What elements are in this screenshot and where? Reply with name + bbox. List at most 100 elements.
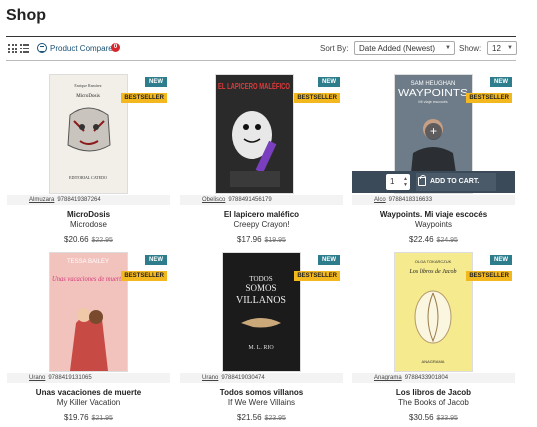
quick-view-plus-icon[interactable]: + (425, 123, 442, 140)
cover-author: OLGA TOKARCZUK (415, 259, 452, 264)
add-to-cart-bar: 1 ▲ ▼ ADD TO CART. (352, 171, 515, 193)
product-compare-link[interactable]: Product Compare (50, 44, 113, 53)
new-badge: NEW (490, 255, 512, 265)
cover-author: SAM HEUGHAN (411, 81, 456, 87)
old-price: $23.95 (264, 415, 286, 422)
compare-icon[interactable] (37, 43, 47, 53)
bestseller-badge: BESTSELLER (466, 271, 512, 281)
cover-art: TESSA BAILEY Unas vacaciones de muerte (50, 253, 127, 371)
cover-tagline: Mi viaje escocés (418, 99, 447, 104)
cover-title: EL LAPICERO MALÉFICO (218, 82, 290, 91)
old-price: $24.95 (436, 237, 458, 244)
current-price: $30.56 (409, 413, 434, 422)
new-badge: NEW (145, 77, 167, 87)
show-select[interactable]: 12 ▼ (487, 41, 517, 55)
product-cover-image[interactable]: TODOS SOMOS VILLANOS M. L. RIO (223, 253, 300, 371)
chevron-down-icon: ▼ (445, 45, 451, 51)
product-card[interactable]: Enrique Ramírez MicroDosis EDITORIAL CAT… (7, 75, 170, 255)
new-badge: NEW (318, 255, 340, 265)
product-subtitle: Microdose (70, 220, 107, 229)
isbn: 9788419131065 (48, 375, 92, 381)
publisher-link[interactable]: Almuzara (29, 197, 54, 203)
current-price: $20.66 (64, 235, 89, 244)
cover-author: TESSA BAILEY (67, 259, 109, 265)
current-price: $17.96 (237, 235, 262, 244)
shop-toolbar: Product Compare 0 Sort By: Date Added (N… (6, 40, 517, 58)
product-name[interactable]: Los libros de Jacob (352, 388, 515, 397)
sort-label: Sort By: (320, 44, 349, 53)
product-card[interactable]: TESSA BAILEY Unas vacaciones de muerte N… (7, 253, 170, 427)
add-to-cart-button[interactable]: ADD TO CART. (416, 173, 496, 191)
product-meta: Almuzara 9788419387264 (7, 195, 170, 205)
product-subtitle: Waypoints (414, 220, 453, 229)
add-to-cart-label: ADD TO CART. (430, 178, 480, 185)
cover-title: MicroDosis (76, 94, 100, 99)
bestseller-badge: BESTSELLER (294, 271, 340, 281)
show-label: Show: (459, 44, 482, 53)
product-card[interactable]: TODOS SOMOS VILLANOS M. L. RIO NEW BESTS… (180, 253, 343, 427)
cover-author: Enrique Ramírez (74, 83, 101, 88)
publisher-link[interactable]: Urano (202, 375, 218, 381)
product-meta: Urano 9788419131065 (7, 373, 170, 383)
bestseller-badge: BESTSELLER (466, 93, 512, 103)
list-view-icon[interactable] (20, 44, 29, 53)
isbn: 9788419387264 (57, 197, 101, 203)
publisher-link[interactable]: Alco (374, 197, 386, 203)
old-price: $21.95 (91, 415, 113, 422)
grid-view-icon[interactable] (8, 44, 17, 53)
old-price: $19.95 (264, 237, 286, 244)
quantity-value: 1 (390, 177, 395, 186)
bestseller-badge: BESTSELLER (121, 271, 167, 281)
product-name[interactable]: MicroDosis (7, 210, 170, 219)
title-divider (6, 36, 516, 37)
product-name[interactable]: Todos somos villanos (180, 388, 343, 397)
product-card[interactable]: OLGA TOKARCZUK Los libros de Jacob ANAGR… (352, 253, 515, 427)
publisher-link[interactable]: Obelisco (202, 197, 225, 203)
product-name[interactable]: Unas vacaciones de muerte (7, 388, 170, 397)
new-badge: NEW (318, 77, 340, 87)
stepper-arrows-icon[interactable]: ▲ ▼ (403, 176, 408, 188)
cover-publisher: ANAGRAMA (422, 359, 445, 364)
bestseller-badge: BESTSELLER (294, 93, 340, 103)
product-cover-image[interactable]: OLGA TOKARCZUK Los libros de Jacob ANAGR… (395, 253, 472, 371)
product-cover-image[interactable]: EL LAPICERO MALÉFICO (216, 75, 293, 193)
product-name[interactable]: Waypoints. Mi viaje escocés (352, 210, 515, 219)
product-name[interactable]: El lapicero maléfico (180, 210, 343, 219)
current-price: $22.46 (409, 235, 434, 244)
page-title: Shop (6, 7, 46, 24)
shopping-bag-icon (418, 175, 426, 186)
cover-publisher: EDITORIAL CATEDO (69, 175, 107, 180)
cover-author: M. L. RIO (248, 345, 274, 351)
product-meta: Obelisco 9788491456179 (180, 195, 343, 205)
product-card[interactable]: EL LAPICERO MALÉFICO NEW BESTSELLER Obel… (180, 75, 343, 255)
product-card[interactable]: SAM HEUGHAN WAYPOINTS Mi viaje escocés N… (352, 75, 515, 255)
publisher-link[interactable]: Anagrama (374, 375, 402, 381)
product-price: $20.66 $22.95 (7, 235, 170, 244)
bestseller-badge: BESTSELLER (121, 93, 167, 103)
product-price: $19.76 $21.95 (7, 413, 170, 422)
current-price: $19.76 (64, 413, 89, 422)
product-cover-image[interactable]: Enrique Ramírez MicroDosis EDITORIAL CAT… (50, 75, 127, 193)
product-subtitle: Creepy Crayon! (233, 220, 290, 229)
chevron-down-icon: ▼ (507, 45, 513, 51)
isbn: 9788433901804 (404, 375, 449, 381)
cover-title: Unas vacaciones de muerte (52, 275, 124, 283)
product-subtitle: If We Were Villains (227, 398, 296, 407)
cover-title: WAYPOINTS (398, 88, 468, 99)
sort-select[interactable]: Date Added (Newest) ▼ (354, 41, 455, 55)
publisher-link[interactable]: Urano (29, 375, 45, 381)
current-price: $21.56 (237, 413, 262, 422)
product-price: $17.96 $19.95 (180, 235, 343, 244)
old-price: $22.95 (91, 237, 113, 244)
product-meta: Anagrama 9788433901804 (352, 373, 515, 383)
cover-art: Enrique Ramírez MicroDosis EDITORIAL CAT… (67, 83, 111, 180)
isbn: 9788418316633 (388, 197, 433, 203)
compare-count-badge: 0 (111, 43, 120, 52)
quantity-stepper[interactable]: 1 ▲ ▼ (386, 174, 410, 190)
product-price: $22.46 $24.95 (352, 235, 515, 244)
sort-select-value: Date Added (Newest) (359, 44, 436, 53)
cover-art: OLGA TOKARCZUK Los libros de Jacob ANAGR… (395, 253, 472, 371)
product-cover-image[interactable]: TESSA BAILEY Unas vacaciones de muerte (50, 253, 127, 371)
product-subtitle: The Books of Jacob (398, 398, 469, 407)
product-price: $30.56 $33.95 (352, 413, 515, 422)
